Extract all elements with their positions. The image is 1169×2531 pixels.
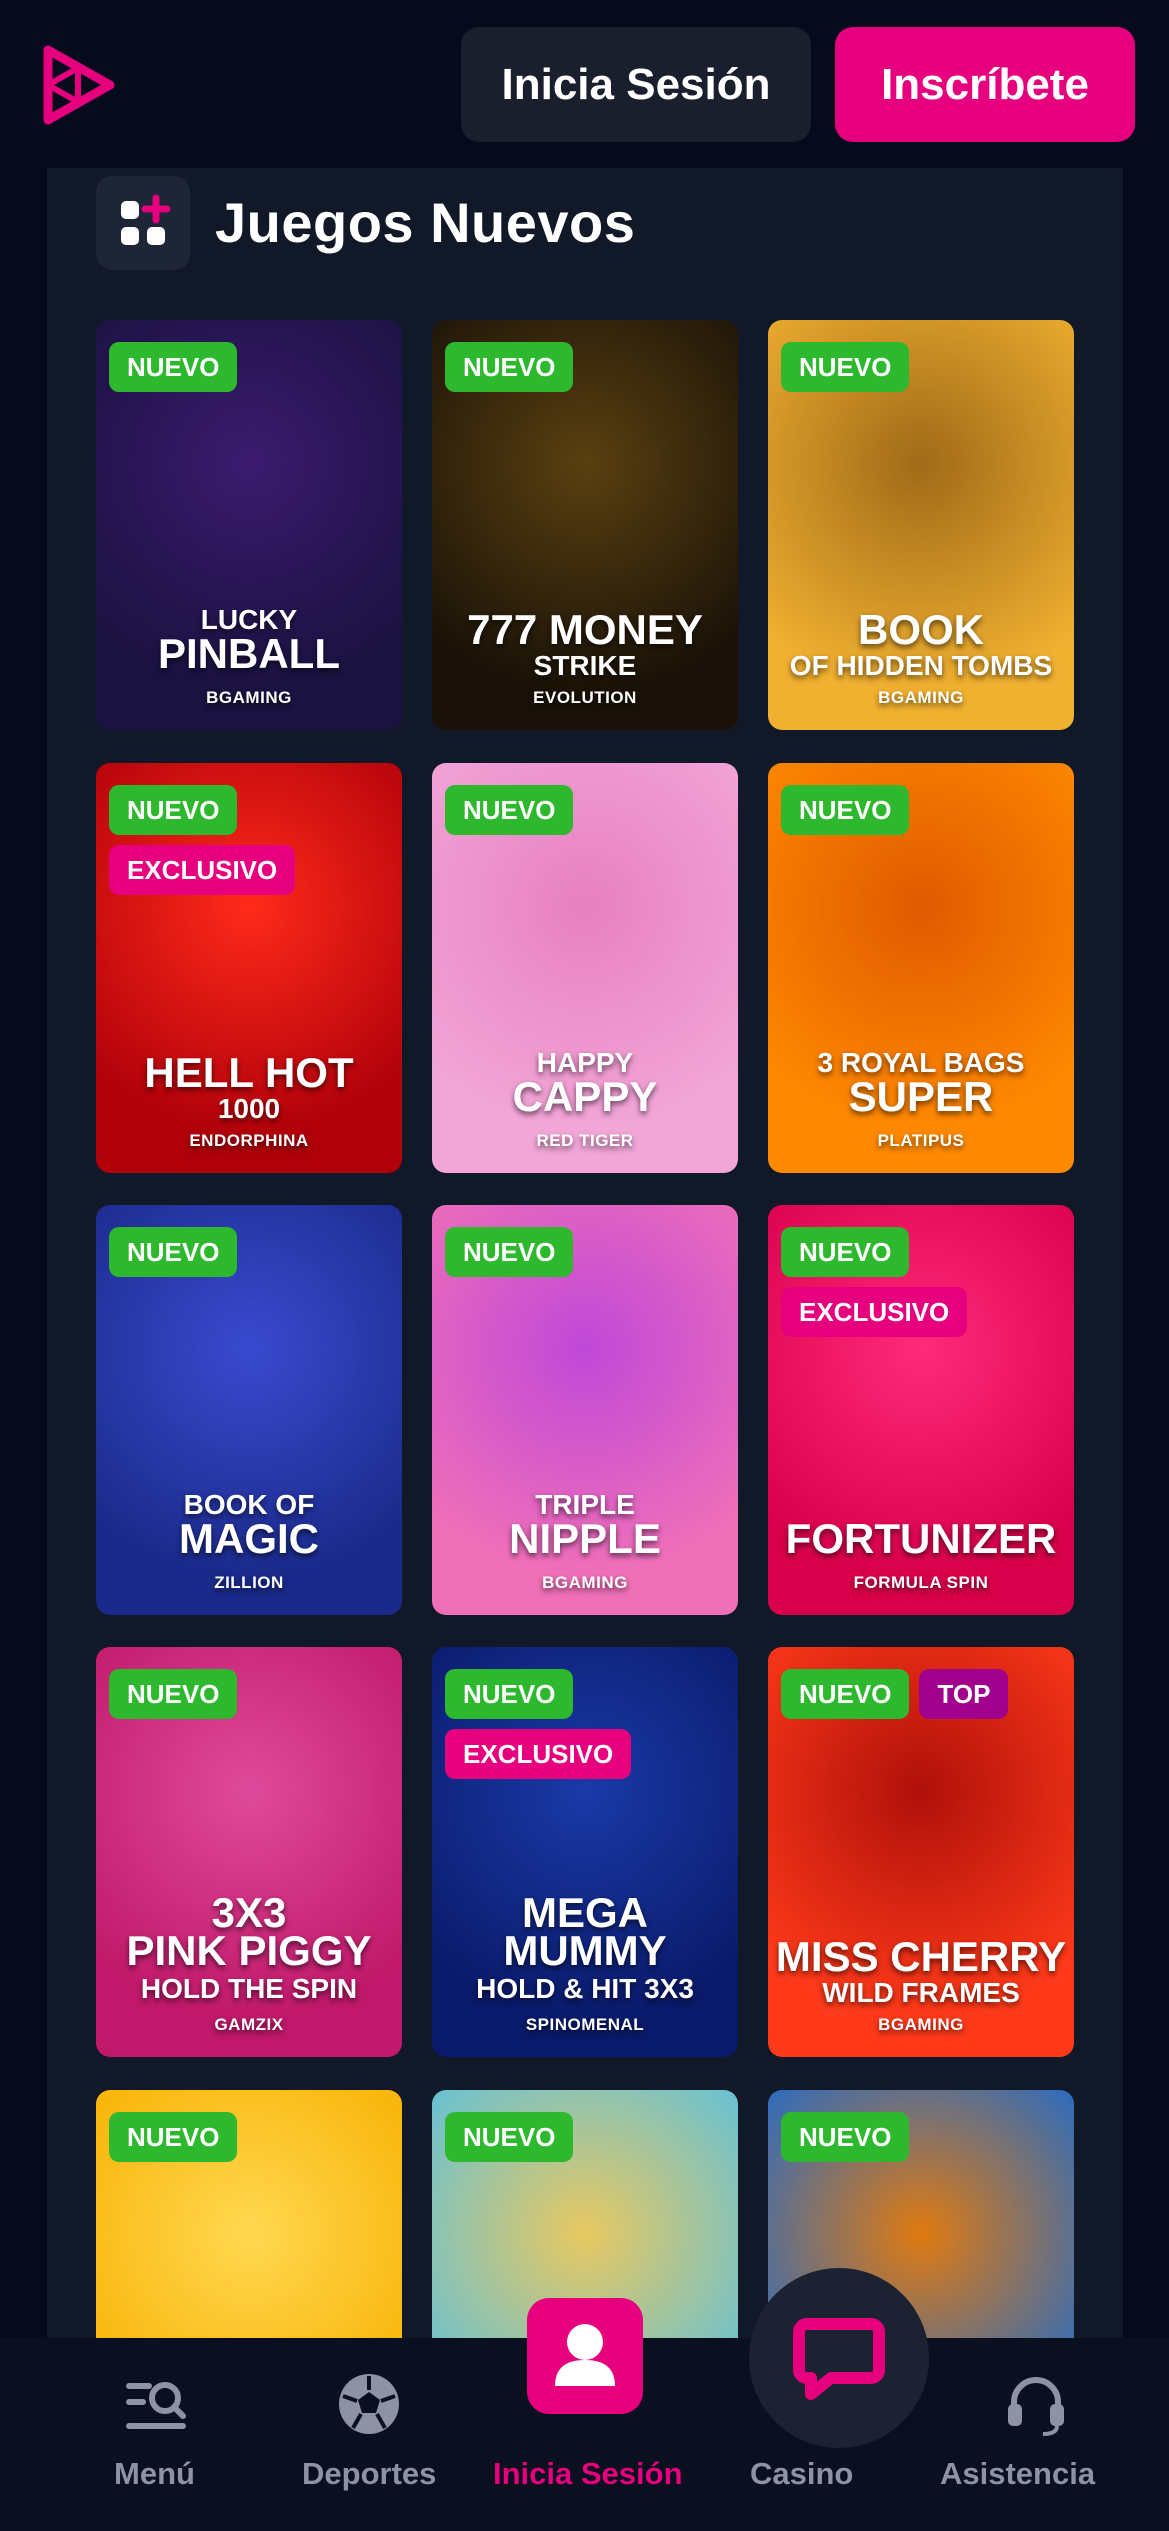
game-title: NIPPLE	[509, 1515, 661, 1562]
game-provider: GAMZIX	[214, 2015, 284, 2034]
nav-menu[interactable]: Menú	[70, 2338, 240, 2531]
game-title: MAGIC	[179, 1515, 319, 1562]
games-grid-icon	[96, 176, 190, 270]
new-badge: NUEVO	[781, 2112, 910, 2162]
exclusive-badge: EXCLUSIVO	[445, 1729, 632, 1779]
game-provider: BGAMING	[206, 688, 292, 707]
new-badge: NUEVO	[445, 342, 574, 392]
game-card[interactable]: NUEVO HAPPY CAPPY RED TIGER	[432, 763, 738, 1173]
badge-group: NUEVO	[445, 2112, 574, 2162]
new-badge: NUEVO	[445, 785, 574, 835]
game-card[interactable]: NUEVO BOOK OF MAGIC ZILLION	[96, 1205, 402, 1615]
new-badge: NUEVO	[109, 342, 238, 392]
exclusive-badge: EXCLUSIVO	[781, 1287, 968, 1337]
nav-sports-label: Deportes	[302, 2456, 437, 2491]
login-button[interactable]: Inicia Sesión	[461, 27, 811, 142]
new-badge: NUEVO	[781, 342, 910, 392]
top-header: Inicia Sesión Inscríbete	[0, 0, 1169, 168]
game-subtitle: OF HIDDEN TOMBS	[789, 650, 1053, 681]
game-card[interactable]: NUEVO	[96, 2090, 402, 2338]
soccer-ball-icon	[339, 2374, 399, 2434]
game-provider: BGAMING	[542, 1573, 628, 1592]
badge-group: NUEVO EXCLUSIVO	[109, 785, 296, 895]
game-provider: BGAMING	[878, 688, 964, 707]
badge-group: NUEVO	[781, 2112, 910, 2162]
top-badge: TOP	[919, 1669, 1009, 1719]
badge-group: NUEVO	[445, 342, 574, 392]
game-title: SUPER	[848, 1073, 994, 1120]
new-badge: NUEVO	[781, 1227, 910, 1277]
badge-group: NUEVO EXCLUSIVO	[445, 1669, 632, 1779]
game-subtitle: HOLD THE SPIN	[140, 1973, 358, 2004]
game-card[interactable]: NUEVO TRIPLE NIPPLE BGAMING	[432, 1205, 738, 1615]
nav-sports[interactable]: Deportes	[290, 2338, 450, 2531]
play-logo-icon[interactable]	[38, 42, 120, 128]
game-provider: ENDORPHINA	[189, 1131, 309, 1150]
new-badge: NUEVO	[781, 785, 910, 835]
nav-login-label: Inicia Sesión	[493, 2456, 683, 2491]
game-card[interactable]: NUEVO 3X3 PINK PIGGY HOLD THE SPIN GAMZIX	[96, 1647, 402, 2057]
nav-help[interactable]: Asistencia	[930, 2338, 1140, 2531]
new-badge: NUEVO	[109, 1669, 238, 1719]
game-title: PINK PIGGY	[126, 1927, 372, 1974]
game-provider: FORMULA SPIN	[853, 1573, 989, 1592]
badge-group: NUEVO EXCLUSIVO	[781, 1227, 968, 1337]
game-subtitle: HOLD & HIT 3X3	[476, 1973, 694, 2004]
badge-group: NUEVO	[109, 1669, 238, 1719]
badge-group: NUEVO	[109, 2112, 238, 2162]
nav-casino-label: Casino	[750, 2456, 854, 2491]
section-title: Juegos Nuevos	[215, 191, 636, 254]
user-icon[interactable]	[527, 2298, 643, 2414]
game-subtitle: STRIKE	[533, 650, 637, 681]
game-provider: SPINOMENAL	[525, 2015, 645, 2034]
badge-group: NUEVO	[445, 1227, 574, 1277]
new-badge: NUEVO	[445, 1669, 574, 1719]
new-games-panel: Juegos Nuevos NUEVO LUCKY PINBALL BGAMING NU…	[47, 168, 1123, 2338]
game-card[interactable]: NUEVO 3 ROYAL BAGS SUPER PLATIPUS	[768, 763, 1074, 1173]
game-provider: BGAMING	[878, 2015, 964, 2034]
game-provider: ZILLION	[214, 1573, 284, 1592]
badge-group: NUEVO	[781, 342, 910, 392]
game-card[interactable]: NUEVO EXCLUSIVO MEGA MUMMY HOLD & HIT 3X3 SPI…	[432, 1647, 738, 2057]
badge-group: NUEVO TOP	[781, 1669, 1009, 1719]
badge-group: NUEVO	[109, 342, 238, 392]
nav-help-label: Asistencia	[940, 2456, 1096, 2491]
game-card[interactable]: NUEVO LUCKY PINBALL BGAMING	[96, 320, 402, 730]
new-badge: NUEVO	[445, 2112, 574, 2162]
game-card[interactable]: NUEVO TOP MISS CHERRY WILD FRAMES BGAMING	[768, 1647, 1074, 2057]
headset-icon	[1008, 2377, 1064, 2436]
new-badge: NUEVO	[445, 1227, 574, 1277]
game-card[interactable]: NUEVO 777 MONEY STRIKE EVOLUTION	[432, 320, 738, 730]
badge-group: NUEVO	[109, 1227, 238, 1277]
game-title: CAPPY	[512, 1073, 658, 1120]
new-badge: NUEVO	[109, 2112, 238, 2162]
signup-button[interactable]: Inscríbete	[835, 27, 1135, 142]
game-subtitle: WILD FRAMES	[822, 1977, 1020, 2008]
chat-icon[interactable]	[749, 2268, 929, 2448]
game-title: FORTUNIZER	[785, 1515, 1057, 1562]
new-badge: NUEVO	[109, 1227, 238, 1277]
game-provider: EVOLUTION	[533, 688, 637, 707]
game-card[interactable]: NUEVO BOOK OF HIDDEN TOMBS BGAMING	[768, 320, 1074, 730]
menu-search-icon	[126, 2382, 186, 2429]
game-provider: RED TIGER	[536, 1131, 634, 1150]
new-badge: NUEVO	[781, 1669, 910, 1719]
game-subtitle: 1000	[217, 1093, 281, 1124]
game-title: 777 MONEY	[467, 606, 703, 653]
game-title: BOOK	[858, 606, 984, 653]
game-title: HELL HOT	[144, 1049, 354, 1096]
game-title: MISS CHERRY	[775, 1933, 1067, 1980]
game-provider: PLATIPUS	[877, 1131, 965, 1150]
badge-group: NUEVO	[445, 785, 574, 835]
game-title: MUMMY	[503, 1927, 667, 1974]
game-card[interactable]: NUEVO EXCLUSIVO FORTUNIZER FORMULA SPIN	[768, 1205, 1074, 1615]
new-badge: NUEVO	[109, 785, 238, 835]
game-card[interactable]: NUEVO EXCLUSIVO HELL HOT 1000 ENDORPHINA	[96, 763, 402, 1173]
exclusive-badge: EXCLUSIVO	[109, 845, 296, 895]
nav-menu-label: Menú	[114, 2456, 195, 2491]
badge-group: NUEVO	[781, 785, 910, 835]
game-title: PINBALL	[158, 630, 340, 677]
